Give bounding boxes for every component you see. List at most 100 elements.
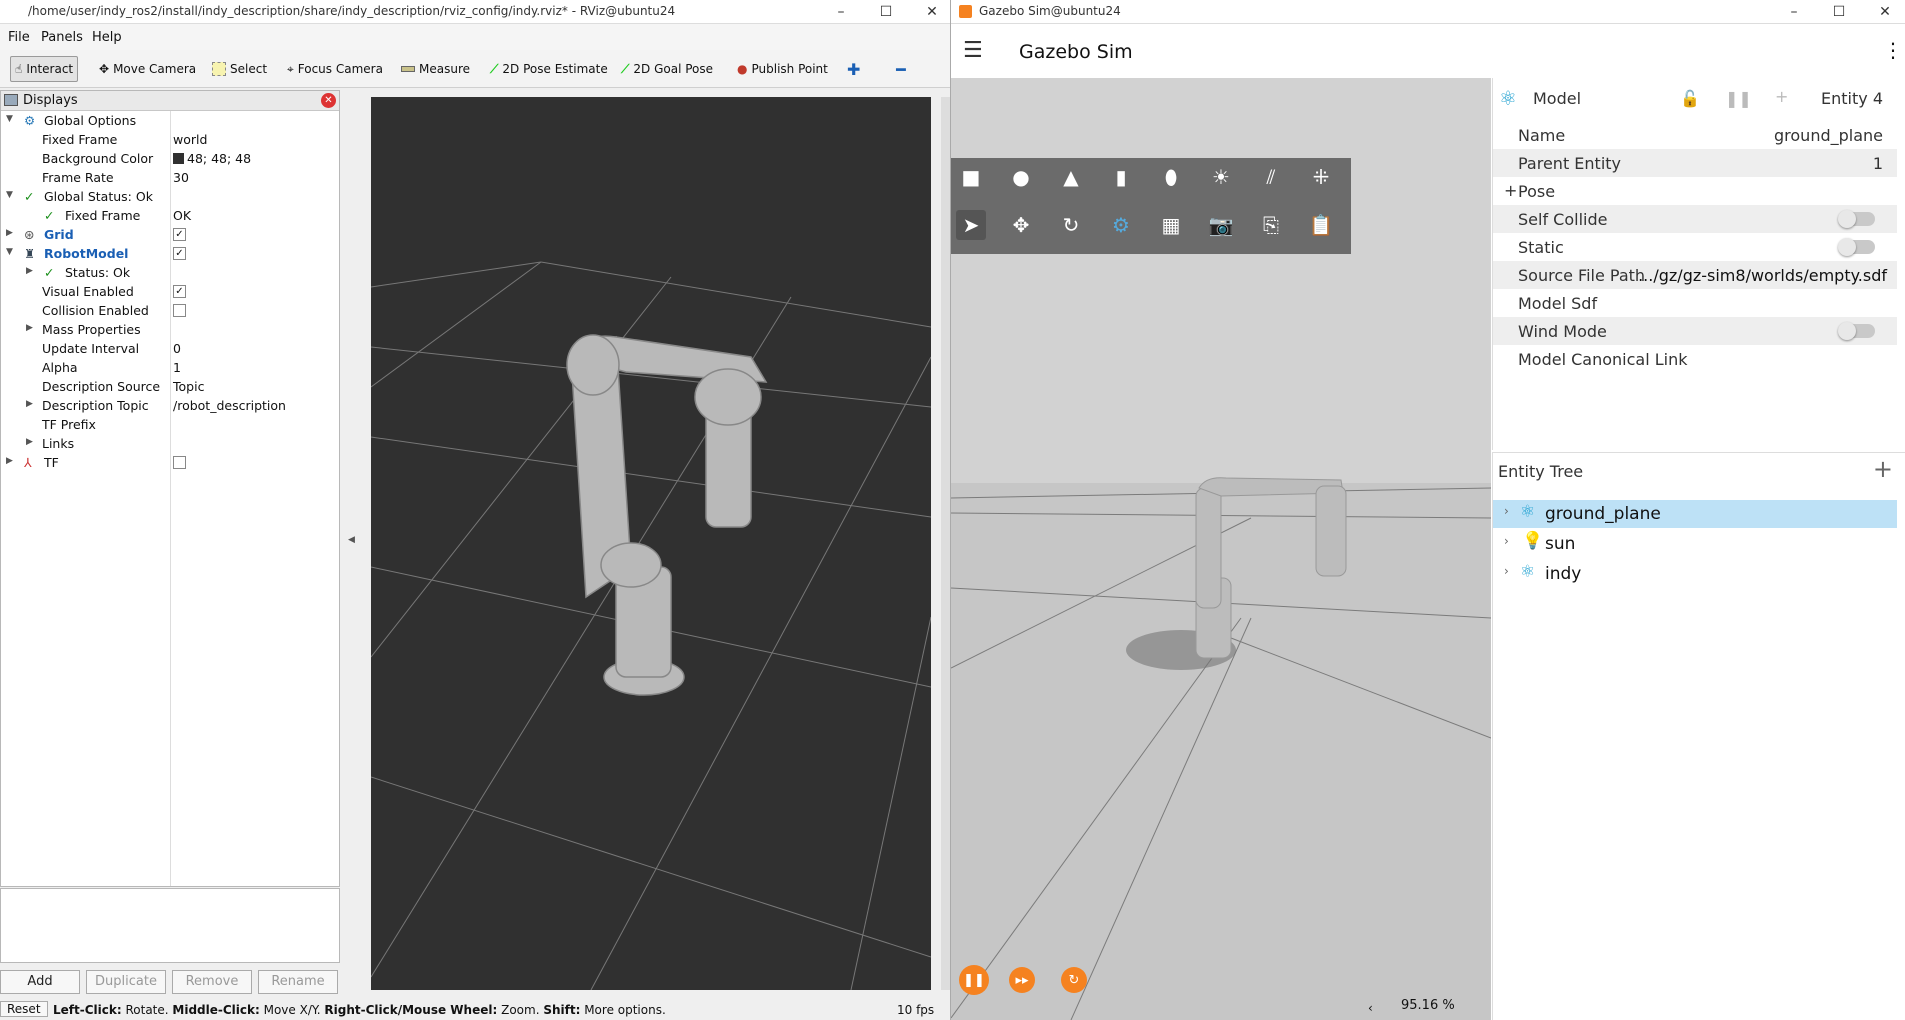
goal-pose-tool[interactable]: ⟋ 2D Goal Pose xyxy=(617,56,717,82)
tree-row[interactable]: Update Interval 0 xyxy=(1,339,339,358)
move-camera-tool[interactable]: ✥ Move Camera xyxy=(95,56,200,82)
reset-button[interactable]: Reset xyxy=(0,1001,48,1017)
entity-row[interactable]: › ⚛ indy xyxy=(1493,560,1897,588)
lock-icon[interactable]: 🔓 xyxy=(1680,89,1700,108)
entity-row[interactable]: › 💡 sun xyxy=(1493,530,1897,558)
tree-row[interactable]: Frame Rate 30 xyxy=(1,168,339,187)
cylinder-icon[interactable]: ▮ xyxy=(1106,162,1136,192)
chevron-right-icon[interactable]: › xyxy=(1504,564,1509,578)
pause-button[interactable]: ❚❚ xyxy=(959,965,989,995)
gazebo-3d-scene[interactable]: ■ ● ▲ ▮ ⬮ ☀ ⫽ ⁜ ➤ ✥ ↻ ⚙ ▦ 📷 ⎘ 📋 ❚❚ ▸▸ ↻ … xyxy=(951,78,1491,1020)
minimize-button[interactable]: – xyxy=(1782,2,1806,22)
robot-model-checkbox[interactable]: ✓ xyxy=(173,247,186,260)
tree-row[interactable]: ▶ Mass Properties xyxy=(1,320,339,339)
tree-row[interactable]: ▶ ✓ Status: Ok xyxy=(1,263,339,282)
sun-light-icon[interactable]: ☀ xyxy=(1206,162,1236,192)
step-button[interactable]: ▸▸ xyxy=(1009,967,1035,993)
tree-row[interactable]: ✓ Fixed Frame OK xyxy=(1,206,339,225)
menu-file[interactable]: File xyxy=(8,30,30,45)
box-icon[interactable]: ■ xyxy=(956,162,986,192)
tree-row[interactable]: ▶ Description Topic/robot_description xyxy=(1,396,339,415)
collapse-left-icon[interactable]: ‹ xyxy=(1368,1001,1373,1015)
measure-tool[interactable]: Measure xyxy=(397,56,474,82)
spot-light-icon[interactable]: ⁜ xyxy=(1306,162,1336,192)
add-button[interactable]: Add xyxy=(0,970,80,994)
rotate-icon[interactable]: ↻ xyxy=(1056,210,1086,240)
add-component-icon[interactable]: + xyxy=(1775,87,1788,106)
prop-value[interactable]: 0 xyxy=(173,341,181,356)
pose-row[interactable]: + Pose xyxy=(1493,177,1897,205)
rename-button[interactable]: Rename xyxy=(258,970,338,994)
tree-row[interactable]: Fixed Frame world xyxy=(1,130,339,149)
minimize-button[interactable]: – xyxy=(829,2,853,22)
focus-camera-tool[interactable]: ⌖ Focus Camera xyxy=(283,56,387,82)
tree-row[interactable]: ▼ ✓ Global Status: Ok xyxy=(1,187,339,206)
prop-value[interactable]: Topic xyxy=(173,379,204,394)
directional-light-icon[interactable]: ⫽ xyxy=(1256,162,1286,192)
pose-estimate-tool[interactable]: ⟋ 2D Pose Estimate xyxy=(486,56,612,82)
tree-row[interactable]: Visual Enabled ✓ xyxy=(1,282,339,301)
close-button[interactable]: ✕ xyxy=(1873,2,1897,22)
maximize-button[interactable]: ☐ xyxy=(874,2,898,22)
tree-row[interactable]: ▶ ⊛ Grid ✓ xyxy=(1,225,339,244)
prop-value[interactable]: 30 xyxy=(173,170,189,185)
menu-panels[interactable]: Panels xyxy=(41,30,83,45)
select-tool[interactable]: Select xyxy=(208,56,271,82)
interact-tool[interactable]: ☝ Interact xyxy=(10,56,79,82)
select-arrow-icon[interactable]: ➤ xyxy=(956,210,986,240)
tree-row[interactable]: ▼ ⚙ Global Options xyxy=(1,111,339,130)
collision-enabled-checkbox[interactable] xyxy=(173,304,186,317)
add-tool-button[interactable]: ✚ xyxy=(843,56,864,82)
reset-sim-button[interactable]: ↻ xyxy=(1061,967,1087,993)
duplicate-button[interactable]: Duplicate xyxy=(86,970,166,994)
tree-row[interactable]: ▶ Links xyxy=(1,434,339,453)
expand-plus-icon[interactable]: + xyxy=(1504,181,1517,200)
publish-point-tool[interactable]: ● Publish Point xyxy=(733,56,832,82)
rviz-3d-view[interactable] xyxy=(371,97,931,990)
translate-icon[interactable]: ✥ xyxy=(1006,210,1036,240)
screenshot-icon[interactable]: 📷 xyxy=(1206,210,1236,240)
tree-row[interactable]: Collision Enabled xyxy=(1,301,339,320)
close-button[interactable]: ✕ xyxy=(920,2,944,22)
paste-icon[interactable]: 📋 xyxy=(1306,210,1336,240)
chevron-right-icon[interactable]: › xyxy=(1504,534,1509,548)
color-swatch xyxy=(173,153,184,164)
collapse-arrow-icon[interactable]: ◀ xyxy=(348,535,355,545)
remove-button[interactable]: Remove xyxy=(172,970,252,994)
remove-tool-button[interactable]: ━ xyxy=(892,56,910,82)
tree-row[interactable]: ▼ ♜ RobotModel ✓ xyxy=(1,244,339,263)
tree-row[interactable]: Background Color 48; 48; 48 xyxy=(1,149,339,168)
maximize-button[interactable]: ☐ xyxy=(1827,2,1851,22)
static-toggle[interactable] xyxy=(1838,238,1875,256)
displays-panel: Displays ✕ ▼ ⚙ Global Options Fixed Frame w… xyxy=(0,90,340,887)
visual-enabled-checkbox[interactable]: ✓ xyxy=(173,285,186,298)
grid-snap-icon[interactable]: ▦ xyxy=(1156,210,1186,240)
tree-row[interactable]: TF Prefix xyxy=(1,415,339,434)
tf-checkbox[interactable] xyxy=(173,456,186,469)
pause-updates-icon[interactable]: ❚❚ xyxy=(1725,89,1752,108)
tree-row[interactable]: ▶ ⅄ TF xyxy=(1,453,339,472)
hamburger-menu-icon[interactable]: ☰ xyxy=(963,38,983,63)
copy-icon[interactable]: ⎘ xyxy=(1256,210,1286,240)
prop-value[interactable]: /robot_description xyxy=(173,398,286,413)
close-panel-icon[interactable]: ✕ xyxy=(321,93,336,108)
transform-icon[interactable]: ⚙ xyxy=(1106,210,1136,240)
add-entity-icon[interactable]: + xyxy=(1873,455,1893,483)
wind-mode-toggle[interactable] xyxy=(1838,322,1875,340)
prop-value[interactable]: world xyxy=(173,132,207,147)
grid-checkbox[interactable]: ✓ xyxy=(173,228,186,241)
capsule-icon[interactable]: ⬮ xyxy=(1156,162,1186,192)
chevron-right-icon[interactable]: › xyxy=(1504,504,1509,518)
more-options-icon[interactable]: ⋮ xyxy=(1883,38,1903,62)
cone-icon[interactable]: ▲ xyxy=(1056,162,1086,192)
self-collide-toggle[interactable] xyxy=(1838,210,1875,228)
displays-tree: ▼ ⚙ Global Options Fixed Frame world Backgr… xyxy=(1,111,339,886)
color-value[interactable]: 48; 48; 48 xyxy=(173,151,251,166)
sphere-icon[interactable]: ● xyxy=(1006,162,1036,192)
prop-value[interactable]: 1 xyxy=(173,360,181,375)
menu-help[interactable]: Help xyxy=(92,30,122,45)
entity-row[interactable]: › ⚛ ground_plane xyxy=(1493,500,1897,528)
scrollbar[interactable] xyxy=(941,97,950,990)
tree-row[interactable]: Description Source Topic xyxy=(1,377,339,396)
tree-row[interactable]: Alpha 1 xyxy=(1,358,339,377)
